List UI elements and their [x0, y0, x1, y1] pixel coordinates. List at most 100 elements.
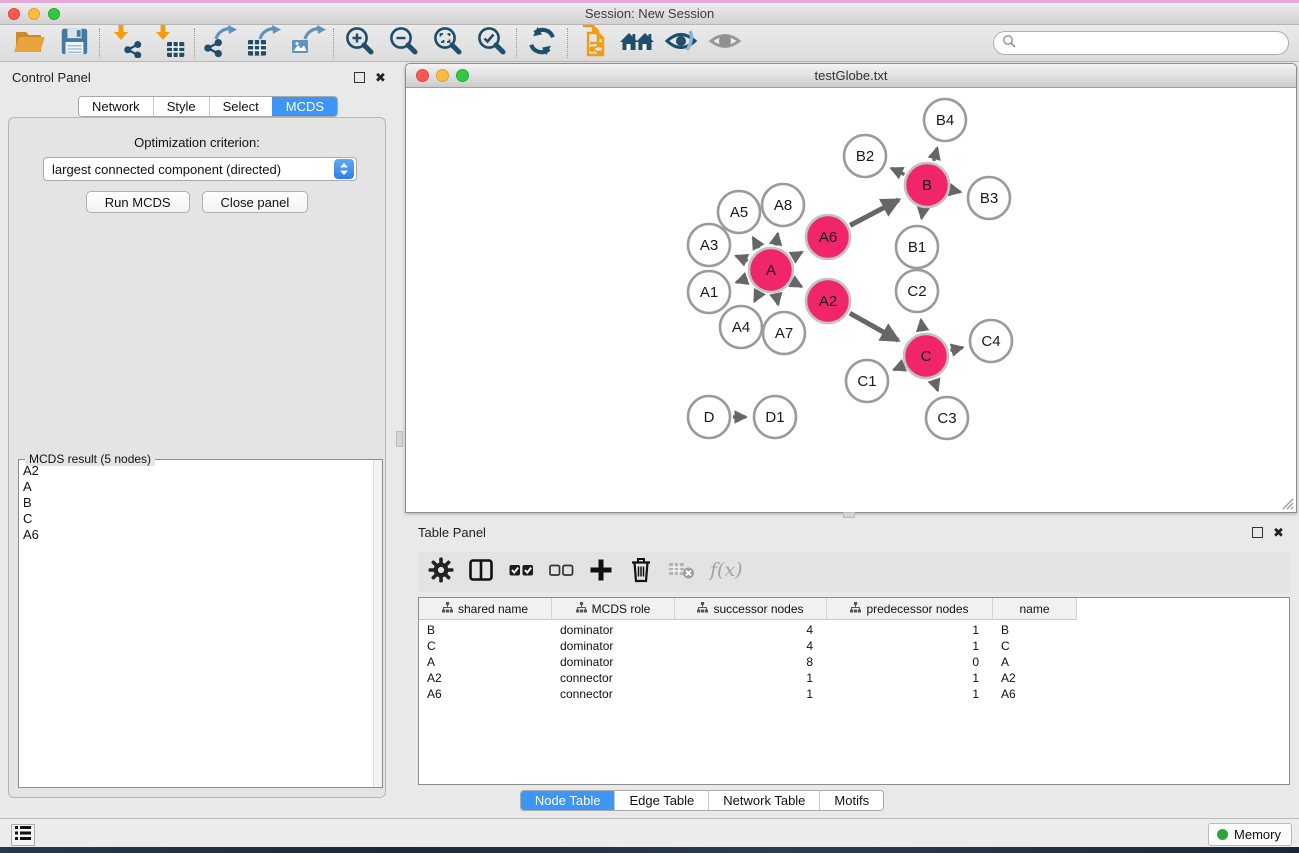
edge-A-A5[interactable] [753, 238, 759, 249]
table-settings-button[interactable] [428, 558, 454, 586]
table-cell[interactable]: 8 [675, 655, 827, 669]
memory-button[interactable]: Memory [1208, 823, 1292, 846]
table-row[interactable]: A6connector11A6 [419, 686, 1289, 702]
zoom-out-button[interactable] [381, 25, 425, 61]
network-window-titlebar[interactable]: testGlobe.txt [406, 64, 1296, 88]
mcds-result-item[interactable]: A6 [20, 527, 371, 543]
edge-A-A4[interactable] [755, 292, 760, 301]
graph-node-A6[interactable]: A6 [806, 215, 850, 259]
table-cell[interactable]: 0 [827, 655, 993, 669]
table-row[interactable]: Bdominator41B [419, 622, 1289, 638]
horizontal-split-handle[interactable] [843, 512, 855, 518]
table-tab-motifs[interactable]: Motifs [819, 791, 883, 810]
table-cell[interactable]: 1 [827, 687, 993, 701]
table-cell[interactable]: connector [552, 687, 675, 701]
zoom-in-button[interactable] [337, 25, 381, 61]
mcds-result-item[interactable]: C [20, 511, 371, 527]
column-header-shared-name[interactable]: shared name [419, 598, 552, 619]
zoom-selected-button[interactable] [469, 25, 513, 61]
table-cell[interactable]: A2 [993, 671, 1077, 685]
control-tab-style[interactable]: Style [153, 97, 209, 116]
table-row[interactable]: A2connector11A2 [419, 670, 1289, 686]
table-cell[interactable]: C [419, 639, 552, 653]
close-panel-button[interactable]: Close panel [202, 191, 309, 213]
table-cell[interactable]: A6 [419, 687, 552, 701]
column-header-predecessor-nodes[interactable]: predecessor nodes [827, 598, 993, 619]
table-row[interactable]: Cdominator41C [419, 638, 1289, 654]
graph-node-A3[interactable]: A3 [688, 224, 730, 266]
network-close-button[interactable] [416, 69, 429, 82]
network-canvas[interactable]: B4B2BB3A8A5A6B1A3AA1C2A2A4A7C4CC1C3DD1 [406, 88, 1296, 512]
table-cell[interactable]: B [993, 623, 1077, 637]
table-cell[interactable]: 4 [675, 623, 827, 637]
column-header-name[interactable]: name [993, 598, 1077, 619]
table-cell[interactable]: 1 [675, 671, 827, 685]
mcds-result-item[interactable]: A [20, 479, 371, 495]
edge-A-A7[interactable] [776, 295, 778, 305]
criterion-dropdown[interactable]: largest connected component (directed) [43, 157, 357, 181]
graph-node-A[interactable]: A [749, 248, 793, 292]
table-cell[interactable]: dominator [552, 623, 675, 637]
edge-A6-B[interactable] [850, 200, 899, 226]
table-cell[interactable]: dominator [552, 655, 675, 669]
table-cell[interactable]: A2 [419, 671, 552, 685]
close-panel-icon[interactable]: ✖ [375, 72, 386, 83]
graph-node-B2[interactable]: B2 [844, 135, 886, 177]
control-tab-network[interactable]: Network [79, 97, 153, 116]
table-cell[interactable]: A [993, 655, 1077, 669]
vertical-split-handle[interactable] [396, 431, 403, 447]
table-cell[interactable]: A [419, 655, 552, 669]
graph-node-B1[interactable]: B1 [896, 226, 938, 268]
toggle-graphics-details-button[interactable] [659, 25, 703, 61]
network-minimize-button[interactable] [436, 69, 449, 82]
edge-A-A6[interactable] [793, 252, 802, 257]
edge-C-C2[interactable] [921, 320, 923, 331]
result-scrollbar[interactable] [373, 460, 382, 787]
network-maximize-button[interactable] [456, 69, 469, 82]
export-image-button[interactable] [286, 25, 330, 61]
close-window-button[interactable] [8, 8, 20, 20]
table-row[interactable]: Adominator80A [419, 654, 1289, 670]
edge-B-B1[interactable] [922, 210, 923, 219]
edge-A-A8[interactable] [776, 234, 778, 246]
column-header-MCDS-role[interactable]: MCDS role [552, 598, 675, 619]
table-cell[interactable]: B [419, 623, 552, 637]
open-file-button[interactable] [8, 25, 52, 61]
edge-A-A3[interactable] [736, 256, 748, 261]
task-history-button[interactable] [11, 824, 35, 846]
graph-node-C2[interactable]: C2 [896, 270, 938, 312]
close-table-panel-icon[interactable]: ✖ [1273, 527, 1284, 538]
edge-A-A1[interactable] [736, 278, 747, 282]
table-cell[interactable]: 1 [827, 639, 993, 653]
graph-node-D[interactable]: D [688, 396, 730, 438]
graph-node-B3[interactable]: B3 [968, 177, 1010, 219]
table-tab-node-table[interactable]: Node Table [521, 791, 615, 810]
delete-column-button[interactable] [628, 558, 654, 586]
deselect-all-button[interactable] [548, 558, 574, 586]
graph-node-B[interactable]: B [905, 163, 949, 207]
graph-node-D1[interactable]: D1 [754, 396, 796, 438]
mcds-result-item[interactable]: B [20, 495, 371, 511]
edge-C-C1[interactable] [894, 366, 903, 370]
graph-node-A1[interactable]: A1 [688, 271, 730, 313]
table-cell[interactable]: dominator [552, 639, 675, 653]
export-table-button[interactable] [242, 25, 286, 61]
maximize-window-button[interactable] [48, 8, 60, 20]
graph-node-C3[interactable]: C3 [926, 397, 968, 439]
export-network-button[interactable] [198, 25, 242, 61]
graph-node-C1[interactable]: C1 [846, 360, 888, 402]
minimize-window-button[interactable] [28, 8, 40, 20]
edge-C-C3[interactable] [934, 380, 938, 391]
resize-grip-icon[interactable] [1278, 494, 1294, 510]
edge-A-A2[interactable] [793, 282, 802, 287]
edge-B-B4[interactable] [934, 148, 938, 161]
refresh-view-button[interactable] [520, 25, 564, 61]
edge-A2-C[interactable] [850, 313, 898, 340]
table-cell[interactable]: 4 [675, 639, 827, 653]
table-cell[interactable]: C [993, 639, 1077, 653]
graph-node-C[interactable]: C [904, 334, 948, 378]
table-cell[interactable]: 1 [827, 623, 993, 637]
graph-node-C4[interactable]: C4 [970, 320, 1012, 362]
network-document-button[interactable] [571, 25, 615, 61]
float-panel-icon[interactable] [354, 72, 365, 83]
